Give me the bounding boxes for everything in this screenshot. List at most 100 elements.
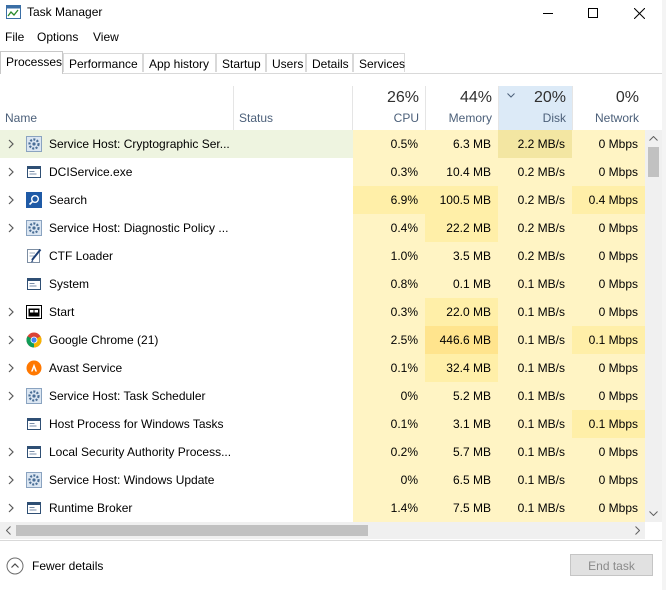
- chevron-right-icon[interactable]: [7, 138, 15, 150]
- menu-options[interactable]: Options: [37, 30, 78, 44]
- cpu-cell: 0.1%: [353, 354, 425, 382]
- end-task-button[interactable]: End task: [570, 554, 653, 576]
- disk-cell: 0.1 MB/s: [498, 326, 572, 354]
- horizontal-scrollbar[interactable]: [0, 522, 645, 539]
- chevron-right-icon[interactable]: [7, 222, 15, 234]
- header-cpu[interactable]: 26% CPU: [353, 86, 425, 130]
- window-app-icon: [26, 276, 42, 292]
- vertical-scroll-thumb[interactable]: [648, 147, 659, 177]
- cpu-cell: 6.9%: [353, 186, 425, 214]
- chevron-right-icon[interactable]: [7, 446, 15, 458]
- chevron-up-circle-icon[interactable]: [6, 557, 24, 575]
- process-row[interactable]: CTF Loader 1.0% 3.5 MB 0.2 MB/s 0 Mbps: [0, 242, 645, 270]
- scroll-left-arrow-icon[interactable]: [0, 522, 16, 539]
- header-name-label: Name: [5, 111, 38, 125]
- chevron-right-icon[interactable]: [7, 194, 15, 206]
- chevron-right-icon[interactable]: [7, 390, 15, 402]
- chevron-right-icon[interactable]: [7, 334, 15, 346]
- horizontal-scroll-thumb[interactable]: [16, 525, 368, 536]
- chevron-right-icon[interactable]: [7, 502, 15, 514]
- header-network[interactable]: 0% Network: [573, 86, 645, 130]
- process-row[interactable]: Service Host: Windows Update 0% 6.5 MB 0.1 …: [0, 466, 645, 494]
- process-name: Service Host: Cryptographic Ser...: [49, 137, 230, 151]
- header-disk[interactable]: 20% Disk: [499, 86, 572, 130]
- minimize-button[interactable]: [525, 0, 571, 26]
- title-bar[interactable]: Task Manager: [0, 0, 662, 26]
- cpu-cell: 0.8%: [353, 270, 425, 298]
- disk-cell: 0.1 MB/s: [498, 298, 572, 326]
- network-cell: 0 Mbps: [572, 382, 645, 410]
- maximize-button[interactable]: [570, 0, 616, 26]
- scroll-up-arrow-icon[interactable]: [645, 130, 662, 147]
- header-memory[interactable]: 44% Memory: [426, 86, 498, 130]
- disk-cell: 2.2 MB/s: [498, 130, 572, 158]
- disk-total-percent: 20%: [533, 89, 566, 106]
- task-manager-icon: [6, 5, 21, 19]
- chevron-right-icon[interactable]: [7, 166, 15, 178]
- memory-cell: 3.1 MB: [425, 410, 498, 438]
- menu-view[interactable]: View: [93, 30, 119, 44]
- scroll-right-arrow-icon[interactable]: [629, 522, 645, 539]
- cpu-cell: 1.0%: [353, 242, 425, 270]
- process-row[interactable]: Google Chrome (21) 2.5% 446.6 MB 0.1 MB/s 0.…: [0, 326, 645, 354]
- header-status-label: Status: [239, 111, 274, 125]
- network-total-percent: 0%: [615, 89, 639, 106]
- tab-performance[interactable]: Performance: [63, 53, 143, 72]
- scroll-down-arrow-icon[interactable]: [645, 505, 662, 522]
- memory-cell: 5.7 MB: [425, 438, 498, 466]
- tab-processes[interactable]: Processes: [0, 51, 63, 74]
- process-row[interactable]: System 0.8% 0.1 MB 0.1 MB/s 0 Mbps: [0, 270, 645, 298]
- header-disk-label: Disk: [542, 111, 566, 125]
- process-row[interactable]: Avast Service 0.1% 32.4 MB 0.1 MB/s 0 Mbps: [0, 354, 645, 382]
- fewer-details-link[interactable]: Fewer details: [32, 559, 103, 573]
- process-row[interactable]: Start 0.3% 22.0 MB 0.1 MB/s 0 Mbps: [0, 298, 645, 326]
- gear-icon: [26, 220, 42, 236]
- pen-icon: [26, 248, 42, 264]
- tab-details[interactable]: Details: [306, 53, 353, 72]
- cpu-cell: 0.4%: [353, 214, 425, 242]
- process-row[interactable]: Runtime Broker 1.4% 7.5 MB 0.1 MB/s 0 Mbps: [0, 494, 645, 522]
- cpu-cell: 0.3%: [353, 298, 425, 326]
- memory-cell: 6.5 MB: [425, 466, 498, 494]
- network-cell: 0.4 Mbps: [572, 186, 645, 214]
- process-row[interactable]: Service Host: Diagnostic Policy ... 0.4% 2…: [0, 214, 645, 242]
- process-row[interactable]: Search 6.9% 100.5 MB 0.2 MB/s 0.4 Mbps: [0, 186, 645, 214]
- process-row[interactable]: Local Security Authority Process... 0.2% 5…: [0, 438, 645, 466]
- memory-cell: 7.5 MB: [425, 494, 498, 522]
- column-header: Name Status 26% CPU 44% Memory 20% Disk …: [0, 86, 645, 131]
- tab-services[interactable]: Services: [353, 53, 405, 72]
- disk-cell: 0.1 MB/s: [498, 270, 572, 298]
- memory-cell: 100.5 MB: [425, 186, 498, 214]
- header-name[interactable]: Name: [0, 86, 233, 130]
- chevron-right-icon[interactable]: [7, 306, 15, 318]
- search-icon: [26, 192, 42, 208]
- tab-app-history[interactable]: App history: [143, 53, 216, 72]
- process-name: CTF Loader: [49, 249, 114, 263]
- cpu-total-percent: 26%: [386, 89, 419, 106]
- process-name: System: [49, 277, 90, 291]
- close-button[interactable]: [616, 0, 662, 26]
- network-cell: 0 Mbps: [572, 494, 645, 522]
- tab-startup[interactable]: Startup: [216, 53, 266, 72]
- window-title: Task Manager: [27, 5, 103, 19]
- chevron-right-icon[interactable]: [7, 474, 15, 486]
- network-cell: 0 Mbps: [572, 270, 645, 298]
- process-row[interactable]: Host Process for Windows Tasks 0.1% 3.1 MB…: [0, 410, 645, 438]
- process-row[interactable]: DCIService.exe 0.3% 10.4 MB 0.2 MB/s 0 Mbps: [0, 158, 645, 186]
- tab-users[interactable]: Users: [266, 53, 306, 72]
- chevron-right-icon[interactable]: [7, 362, 15, 374]
- process-row[interactable]: Service Host: Cryptographic Ser... 0.5% 6.…: [0, 130, 645, 158]
- disk-cell: 0.2 MB/s: [498, 158, 572, 186]
- header-memory-label: Memory: [448, 111, 492, 125]
- cpu-cell: 0%: [353, 466, 425, 494]
- network-cell: 0.1 Mbps: [572, 326, 645, 354]
- process-name: Google Chrome (21): [49, 333, 159, 347]
- network-cell: 0.1 Mbps: [572, 410, 645, 438]
- header-status[interactable]: Status: [234, 86, 352, 130]
- process-list: Service Host: Cryptographic Ser... 0.5% 6.…: [0, 130, 645, 522]
- process-row[interactable]: Service Host: Task Scheduler 0% 5.2 MB 0.1 …: [0, 382, 645, 410]
- menu-file[interactable]: File: [5, 30, 24, 44]
- process-name: Local Security Authority Process...: [49, 445, 232, 459]
- cpu-cell: 2.5%: [353, 326, 425, 354]
- vertical-scrollbar[interactable]: [645, 130, 662, 522]
